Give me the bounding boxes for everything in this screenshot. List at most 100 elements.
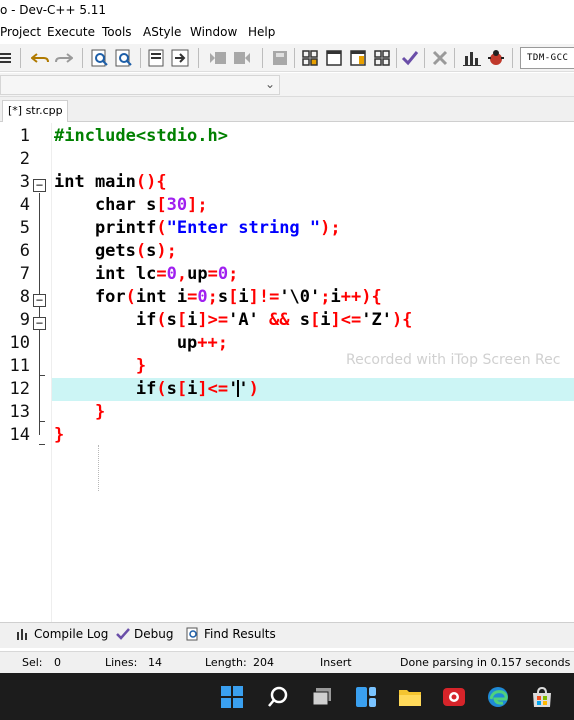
code-token: 0 [197, 287, 208, 307]
chart-icon[interactable] [462, 48, 482, 68]
code-token: ; [207, 287, 218, 307]
fold-toggle-icon[interactable]: − [33, 317, 46, 330]
check-icon [116, 628, 130, 640]
code-token: } [54, 425, 65, 445]
tab-debug[interactable]: Debug [116, 627, 173, 641]
edge-icon[interactable] [484, 683, 512, 711]
code-token: ); [156, 241, 177, 261]
code-line[interactable]: up++; [54, 332, 228, 355]
store-icon[interactable] [528, 683, 556, 711]
code-editor[interactable]: 1 #include<stdio.h> 2 3 int main(){4 char s[… [0, 123, 574, 622]
chevron-down-icon[interactable]: ⌄ [265, 77, 275, 91]
code-token: ( [156, 218, 167, 238]
code-token: ; [228, 264, 239, 284]
length-value: 204 [253, 656, 274, 669]
code-line[interactable]: } [54, 401, 105, 424]
code-token: ; [320, 287, 331, 307]
replace-icon[interactable] [114, 48, 134, 68]
code-token: i [238, 287, 249, 307]
code-token: i [187, 310, 198, 330]
editor-tab-bar: [*] str.cpp [0, 97, 574, 122]
code-line[interactable]: } [54, 355, 146, 378]
code-line[interactable]: printf("Enter string "); [54, 217, 341, 240]
line-number: 5 [19, 218, 30, 238]
layout-icon[interactable] [348, 48, 368, 68]
code-token: ]; [187, 195, 208, 215]
forward-icon[interactable] [232, 48, 252, 68]
widgets-icon[interactable] [352, 683, 380, 711]
code-token: s [146, 241, 157, 261]
bookmark-icon[interactable] [146, 48, 166, 68]
menu-tools[interactable]: Tools [102, 25, 132, 39]
code-token: s [217, 287, 229, 307]
code-line[interactable]: char s[30]; [54, 194, 208, 217]
fold-toggle-icon[interactable]: − [33, 294, 46, 307]
menu-execute[interactable]: Execute [47, 25, 95, 39]
code-line[interactable]: int main(){ [54, 171, 167, 194]
code-token: up [187, 264, 208, 284]
code-line[interactable]: for(int i=0;s[i]!='\0';i++){ [54, 286, 382, 309]
tab-find-results[interactable]: Find Results [186, 627, 276, 641]
code-token: } [94, 402, 106, 422]
status-bar: Sel: 0 Lines: 14 Length: 204 Insert Done… [0, 651, 574, 673]
undo-icon[interactable] [30, 48, 50, 68]
code-token: ( [125, 287, 136, 307]
indent-icon[interactable] [0, 48, 14, 68]
code-token: [ [310, 310, 321, 330]
debug-icon[interactable] [486, 48, 506, 68]
windows-start-icon[interactable] [218, 683, 246, 711]
tab-str-cpp[interactable]: [*] str.cpp [2, 100, 68, 122]
code-token: ){ [391, 310, 413, 330]
find-icon [186, 627, 198, 641]
code-token: i [320, 310, 331, 330]
class-browser-combo[interactable]: ⌄ [0, 75, 280, 95]
file-explorer-icon[interactable] [396, 683, 424, 711]
code-token: ( [156, 379, 167, 399]
code-token: "Enter string " [166, 218, 321, 238]
goto-icon[interactable] [170, 48, 190, 68]
compiler-select[interactable]: TDM-GCC [520, 47, 574, 69]
code-line[interactable]: if(s[i]>='A' && s[i]<='Z'){ [54, 309, 413, 332]
code-token: i [187, 379, 198, 399]
code-line[interactable]: } [54, 424, 64, 447]
redo-icon[interactable] [54, 48, 74, 68]
line-number: 13 [9, 402, 30, 422]
delete-icon[interactable] [430, 48, 450, 68]
code-token: , [176, 264, 188, 284]
menu-help[interactable]: Help [248, 25, 275, 39]
code-token: s [299, 310, 310, 330]
window-icon[interactable] [324, 48, 344, 68]
code-token: && [258, 310, 300, 330]
code-line[interactable]: int lc=0,up=0; [54, 263, 238, 286]
task-view-icon[interactable] [308, 683, 336, 711]
code-token: ]!= [248, 287, 280, 307]
menu-project[interactable]: Project [0, 25, 41, 39]
lines-label: Lines: [105, 656, 138, 669]
fold-toggle-icon[interactable]: − [33, 179, 46, 192]
code-token: ]<= [197, 379, 229, 399]
code-line[interactable]: if(s[i]<='') [54, 378, 259, 401]
line-number: 12 [9, 379, 30, 399]
code-token: 'Z' [361, 310, 392, 330]
code-token: ++){ [340, 287, 382, 307]
code-token: char s [54, 195, 157, 215]
menu-window[interactable]: Window [190, 25, 237, 39]
menu-astyle[interactable]: AStyle [143, 25, 181, 39]
code-token: s [166, 379, 177, 399]
code-token: 30 [166, 195, 188, 215]
find-icon[interactable] [90, 48, 110, 68]
search-icon[interactable] [264, 683, 292, 711]
length-label: Length: [205, 656, 247, 669]
check-icon[interactable] [400, 48, 420, 68]
grid-icon[interactable] [300, 48, 320, 68]
screen-recorder-icon[interactable] [440, 683, 468, 711]
back-icon[interactable] [208, 48, 228, 68]
code-line[interactable]: gets(s); [54, 240, 177, 263]
code-token: ++; [197, 333, 229, 353]
code-token: if [54, 379, 157, 399]
tile-icon[interactable] [372, 48, 392, 68]
line-number: 9 [19, 310, 30, 330]
tab-compile-log[interactable]: Compile Log [16, 627, 108, 641]
save-icon[interactable] [270, 48, 290, 68]
code-line[interactable]: #include<stdio.h> [54, 125, 228, 148]
